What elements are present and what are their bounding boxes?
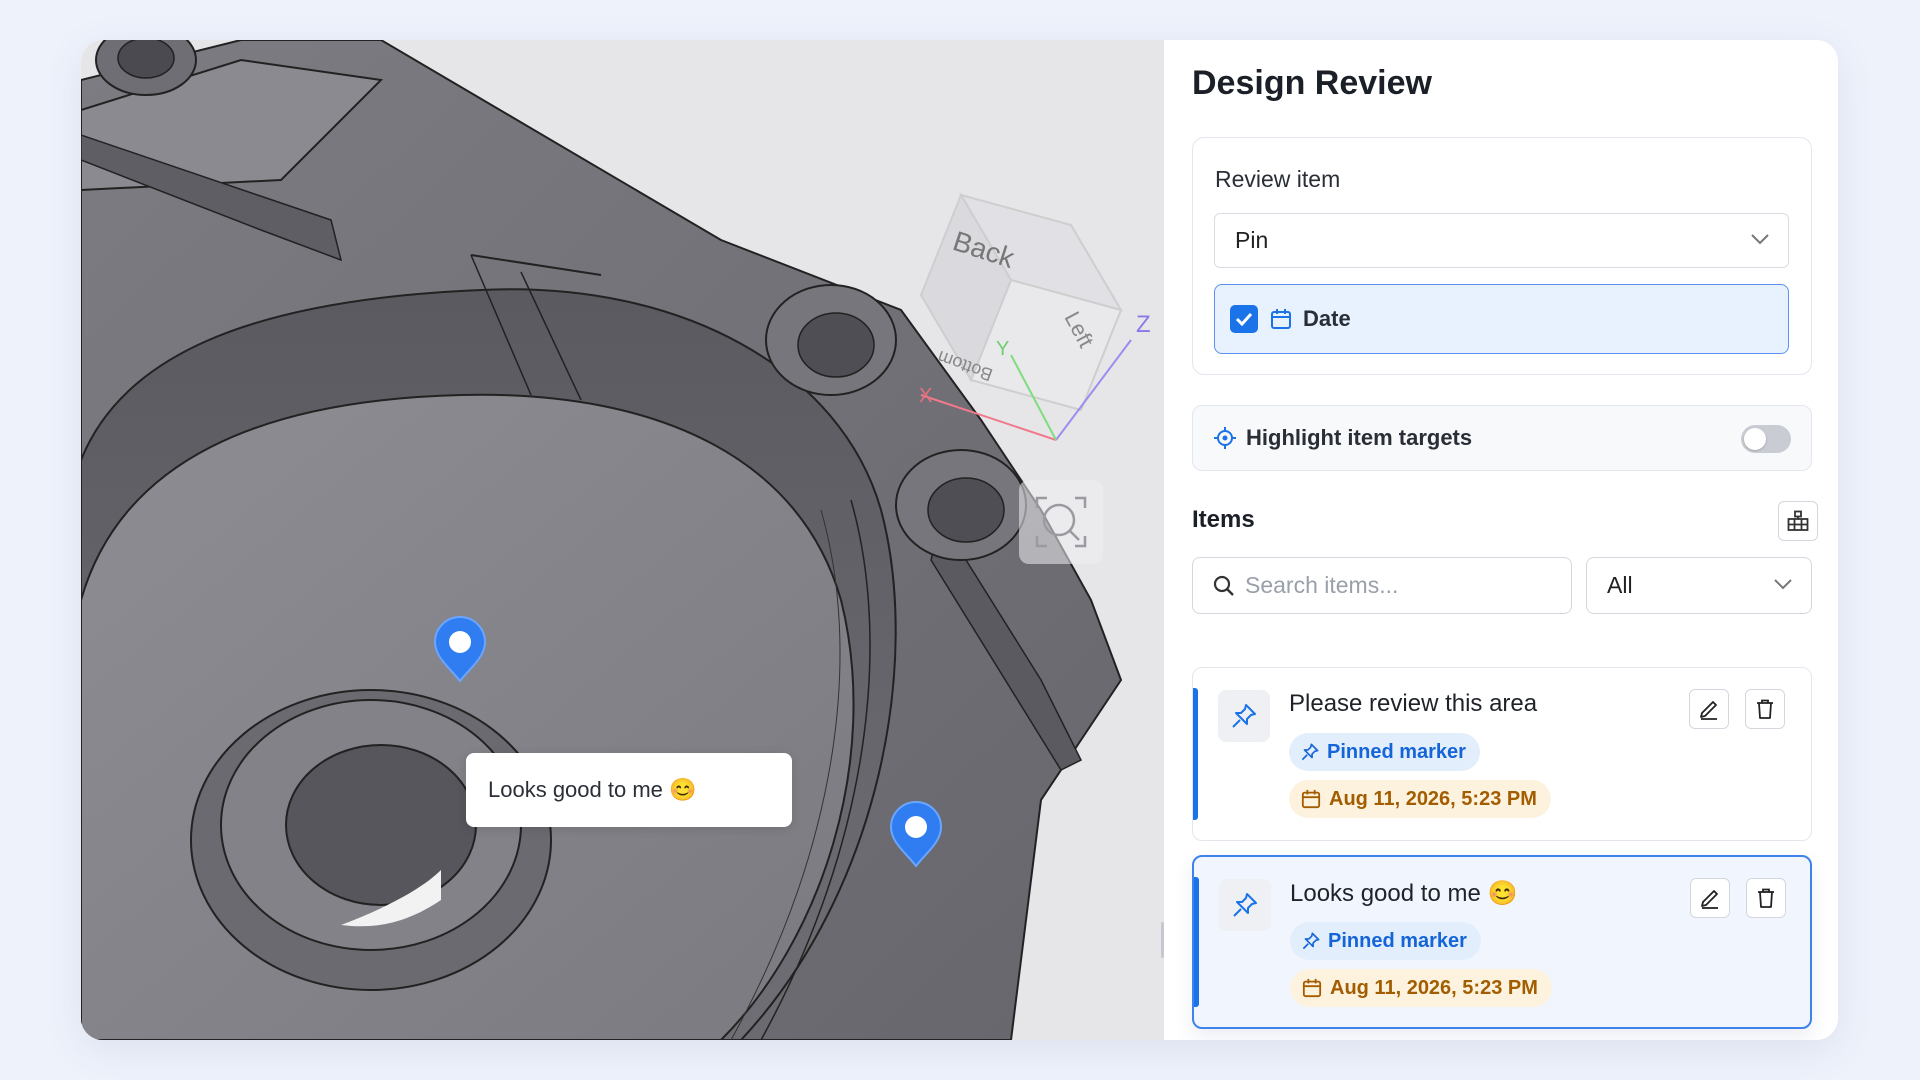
target-icon xyxy=(1214,427,1236,449)
calendar-icon xyxy=(1271,309,1291,329)
calendar-icon xyxy=(1302,978,1322,998)
pin-marker-2[interactable] xyxy=(887,798,945,873)
pin-marker-1[interactable] xyxy=(431,613,489,688)
zoom-fit-button[interactable] xyxy=(1019,480,1103,564)
item-type-badge xyxy=(1219,879,1271,931)
item-type-chip: Pinned marker xyxy=(1290,922,1481,960)
review-panel: Design Review Review item Pin Date Highl… xyxy=(1164,40,1838,1040)
item-type-label: Pinned marker xyxy=(1328,929,1467,952)
highlight-targets-row: Highlight item targets xyxy=(1192,405,1812,471)
search-icon xyxy=(1213,575,1234,596)
item-type-badge xyxy=(1218,690,1270,742)
item-type-chip: Pinned marker xyxy=(1289,733,1480,771)
review-item-select[interactable]: Pin xyxy=(1214,213,1789,268)
y-axis-label: Y xyxy=(996,338,1009,360)
item-date-label: Aug 11, 2026, 5:23 PM xyxy=(1329,787,1537,810)
date-option[interactable]: Date xyxy=(1214,284,1789,354)
item-type-label: Pinned marker xyxy=(1327,740,1466,763)
export-items-button[interactable] xyxy=(1778,501,1818,541)
review-item-label: Review item xyxy=(1215,166,1341,192)
calendar-icon xyxy=(1301,789,1321,809)
x-axis-label: X xyxy=(919,385,932,407)
item-date-label: Aug 11, 2026, 5:23 PM xyxy=(1330,976,1538,999)
pin-icon xyxy=(1232,704,1256,728)
date-option-label: Date xyxy=(1303,306,1351,331)
trash-icon xyxy=(1757,699,1773,719)
annotation-popup[interactable]: Looks good to me 😊 xyxy=(466,753,792,827)
item-accent-bar xyxy=(1194,877,1199,1007)
sitemap-icon xyxy=(1787,510,1809,531)
trash-icon xyxy=(1758,888,1774,908)
item-text: Looks good to me 😊 xyxy=(1290,880,1518,907)
search-box xyxy=(1192,557,1572,614)
pencil-icon xyxy=(1700,701,1717,720)
edit-item-button[interactable] xyxy=(1690,878,1730,918)
delete-item-button[interactable] xyxy=(1745,689,1785,729)
highlight-targets-toggle[interactable] xyxy=(1741,425,1791,453)
review-item-selected: Pin xyxy=(1235,227,1269,253)
search-input[interactable] xyxy=(1243,571,1567,600)
chevron-down-icon xyxy=(1751,234,1769,245)
item-accent-bar xyxy=(1193,688,1198,820)
review-item-card-2[interactable]: Looks good to me 😊 Pinned marker Aug 11,… xyxy=(1192,855,1812,1029)
review-item-card: Review item Pin Date xyxy=(1192,137,1812,375)
annotation-text: Looks good to me 😊 xyxy=(488,777,697,802)
model-viewport[interactable]: Back Left Bottom Z X Y Looks good to me … xyxy=(81,40,1164,1040)
checkmark-icon xyxy=(1235,312,1253,326)
pin-icon xyxy=(1301,743,1319,761)
highlight-targets-label: Highlight item targets xyxy=(1246,425,1473,450)
date-checkbox[interactable] xyxy=(1230,305,1258,333)
item-date-chip: Aug 11, 2026, 5:23 PM xyxy=(1289,780,1551,818)
review-item-card-1[interactable]: Please review this area Pinned marker Au… xyxy=(1192,667,1812,841)
z-axis-label: Z xyxy=(1136,311,1151,338)
pencil-icon xyxy=(1701,890,1718,909)
items-filter-selected: All xyxy=(1607,572,1633,598)
design-review-app: Back Left Bottom Z X Y Looks good to me … xyxy=(81,40,1838,1040)
pin-icon xyxy=(1233,893,1257,917)
item-text: Please review this area xyxy=(1289,690,1538,717)
toggle-knob xyxy=(1744,428,1766,450)
cad-model: Back Left Bottom Z X Y xyxy=(81,40,1151,1040)
items-filter-select[interactable]: All xyxy=(1586,557,1812,614)
zoom-fit-icon xyxy=(1035,496,1087,548)
delete-item-button[interactable] xyxy=(1746,878,1786,918)
map-pin-icon xyxy=(889,801,943,868)
pin-icon xyxy=(1302,932,1320,950)
item-date-chip: Aug 11, 2026, 5:23 PM xyxy=(1290,969,1552,1007)
chevron-down-icon xyxy=(1774,579,1792,590)
panel-title: Design Review xyxy=(1192,64,1432,102)
items-heading: Items xyxy=(1192,506,1255,533)
map-pin-icon xyxy=(433,616,487,683)
edit-item-button[interactable] xyxy=(1689,689,1729,729)
